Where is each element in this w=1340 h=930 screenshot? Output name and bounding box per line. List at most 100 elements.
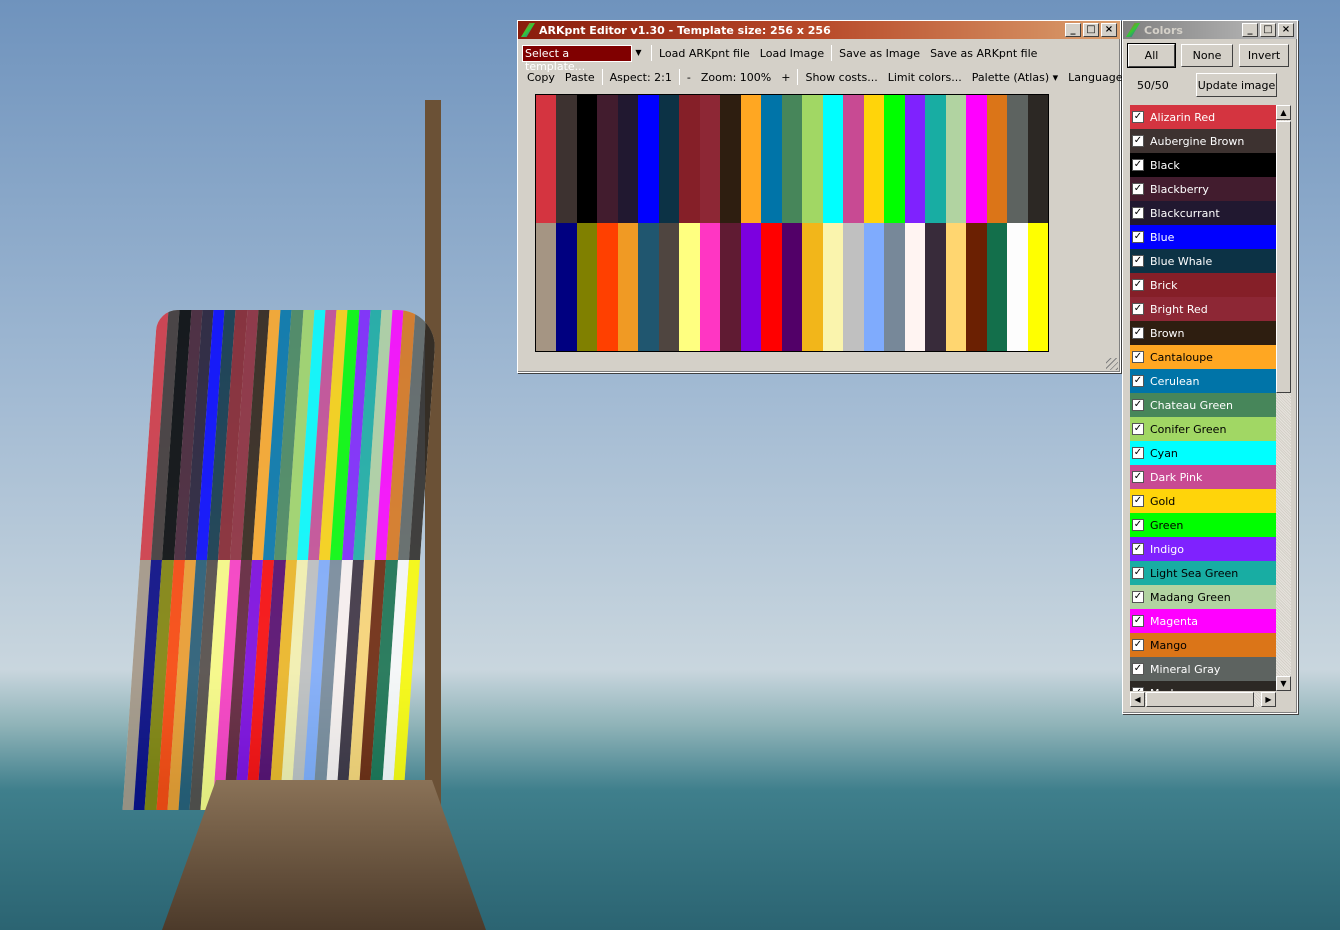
- color-name: Magenta: [1150, 614, 1199, 628]
- checkbox[interactable]: ✓: [1132, 495, 1144, 507]
- template-select[interactable]: Select a template...: [522, 44, 632, 73]
- color-list-item[interactable]: ✓ Brown: [1130, 321, 1276, 345]
- load-image-button[interactable]: Load Image: [755, 47, 829, 60]
- checkbox[interactable]: ✓: [1132, 375, 1144, 387]
- scroll-thumb[interactable]: [1146, 692, 1254, 707]
- color-list-item[interactable]: ✓ Blue Whale: [1130, 249, 1276, 273]
- checkbox[interactable]: ✓: [1132, 255, 1144, 267]
- checkbox[interactable]: ✓: [1132, 135, 1144, 147]
- palette-dropdown[interactable]: Palette (Atlas) ▾: [967, 71, 1063, 84]
- color-list-item[interactable]: ✓ Cantaloupe: [1130, 345, 1276, 369]
- select-none-button[interactable]: None: [1181, 44, 1233, 67]
- select-all-button[interactable]: All: [1127, 43, 1176, 68]
- checkbox[interactable]: ✓: [1132, 567, 1144, 579]
- vertical-scrollbar[interactable]: ▲ ▼: [1276, 105, 1291, 691]
- checkbox[interactable]: ✓: [1132, 351, 1144, 363]
- limit-colors-button[interactable]: Limit colors...: [883, 71, 967, 84]
- color-list-item[interactable]: ✓ Conifer Green: [1130, 417, 1276, 441]
- close-button[interactable]: ×: [1101, 23, 1117, 37]
- color-list-item[interactable]: ✓ Bright Red: [1130, 297, 1276, 321]
- close-button[interactable]: ×: [1278, 23, 1294, 37]
- color-name: Indigo: [1150, 542, 1184, 556]
- palette-swatch: [904, 223, 926, 351]
- zoom-in-button[interactable]: +: [776, 71, 795, 84]
- template-canvas[interactable]: [535, 94, 1049, 352]
- color-list-item[interactable]: ✓ Black: [1130, 153, 1276, 177]
- color-list-item[interactable]: ✓ Blue: [1130, 225, 1276, 249]
- background-sail: [122, 310, 438, 810]
- checkbox[interactable]: ✓: [1132, 447, 1144, 459]
- minimize-button[interactable]: _: [1242, 23, 1258, 37]
- checkbox[interactable]: ✓: [1132, 303, 1144, 315]
- color-list-item[interactable]: ✓ Cyan: [1130, 441, 1276, 465]
- scroll-right-button[interactable]: ▶: [1261, 692, 1276, 707]
- checkbox[interactable]: ✓: [1132, 423, 1144, 435]
- color-list-item[interactable]: ✓ Mango: [1130, 633, 1276, 657]
- colors-title-bar[interactable]: Colors _ □ ×: [1123, 21, 1297, 39]
- color-list-item[interactable]: ✓ Mud: [1130, 681, 1276, 691]
- copy-button[interactable]: Copy: [522, 71, 560, 84]
- color-list-item[interactable]: ✓ Madang Green: [1130, 585, 1276, 609]
- aspect-button[interactable]: Aspect: 2:1: [605, 71, 677, 84]
- color-list-item[interactable]: ✓ Cerulean: [1130, 369, 1276, 393]
- show-costs-button[interactable]: Show costs...: [800, 71, 882, 84]
- color-list-item[interactable]: ✓ Gold: [1130, 489, 1276, 513]
- color-list-item[interactable]: ✓ Alizarin Red: [1130, 105, 1276, 129]
- color-list[interactable]: ✓ Alizarin Red ✓ Aubergine Brown ✓ Black ✓ Blac…: [1130, 105, 1276, 691]
- resize-grip[interactable]: [1106, 358, 1118, 370]
- load-arkpnt-button[interactable]: Load ARKpnt file: [654, 47, 755, 60]
- checkbox[interactable]: ✓: [1132, 519, 1144, 531]
- palette-swatch: [556, 95, 577, 223]
- color-list-item[interactable]: ✓ Light Sea Green: [1130, 561, 1276, 585]
- color-name: Green: [1150, 518, 1184, 532]
- editor-title-bar[interactable]: ARKpnt Editor v1.30 - Template size: 256…: [518, 21, 1120, 39]
- color-name: Cantaloupe: [1150, 350, 1213, 364]
- update-image-button[interactable]: Update image: [1196, 73, 1277, 97]
- zoom-out-button[interactable]: -: [682, 71, 696, 84]
- checkbox[interactable]: ✓: [1132, 327, 1144, 339]
- maximize-button[interactable]: □: [1260, 23, 1276, 37]
- scroll-left-button[interactable]: ◀: [1130, 692, 1145, 707]
- color-list-item[interactable]: ✓ Green: [1130, 513, 1276, 537]
- color-list-item[interactable]: ✓ Indigo: [1130, 537, 1276, 561]
- checkbox[interactable]: ✓: [1132, 591, 1144, 603]
- checkbox[interactable]: ✓: [1132, 543, 1144, 555]
- palette-swatch: [617, 223, 639, 351]
- color-list-item[interactable]: ✓ Dark Pink: [1130, 465, 1276, 489]
- maximize-button[interactable]: □: [1083, 23, 1099, 37]
- palette-swatch: [925, 95, 946, 223]
- palette-swatch: [986, 223, 1008, 351]
- checkbox[interactable]: ✓: [1132, 207, 1144, 219]
- scroll-down-button[interactable]: ▼: [1276, 676, 1291, 691]
- color-list-item[interactable]: ✓ Blackcurrant: [1130, 201, 1276, 225]
- save-arkpnt-button[interactable]: Save as ARKpnt file: [925, 47, 1042, 60]
- palette-swatch: [945, 95, 967, 223]
- paste-button[interactable]: Paste: [560, 71, 600, 84]
- save-image-button[interactable]: Save as Image: [834, 47, 925, 60]
- checkbox[interactable]: ✓: [1132, 159, 1144, 171]
- checkbox[interactable]: ✓: [1132, 471, 1144, 483]
- checkbox[interactable]: ✓: [1132, 687, 1144, 691]
- checkbox[interactable]: ✓: [1132, 615, 1144, 627]
- invert-button[interactable]: Invert: [1239, 44, 1289, 67]
- color-name: Blackcurrant: [1150, 206, 1220, 220]
- checkbox[interactable]: ✓: [1132, 399, 1144, 411]
- checkbox[interactable]: ✓: [1132, 231, 1144, 243]
- checkbox[interactable]: ✓: [1132, 639, 1144, 651]
- minimize-button[interactable]: _: [1065, 23, 1081, 37]
- horizontal-scrollbar[interactable]: ◀ ▶: [1130, 692, 1276, 707]
- checkbox[interactable]: ✓: [1132, 183, 1144, 195]
- color-list-item[interactable]: ✓ Aubergine Brown: [1130, 129, 1276, 153]
- checkbox[interactable]: ✓: [1132, 279, 1144, 291]
- palette-swatch: [536, 95, 557, 223]
- scroll-up-button[interactable]: ▲: [1276, 105, 1291, 120]
- color-list-item[interactable]: ✓ Chateau Green: [1130, 393, 1276, 417]
- scroll-thumb[interactable]: [1276, 121, 1291, 393]
- color-list-item[interactable]: ✓ Brick: [1130, 273, 1276, 297]
- chevron-down-icon[interactable]: ▼: [632, 44, 645, 62]
- checkbox[interactable]: ✓: [1132, 663, 1144, 675]
- color-list-item[interactable]: ✓ Magenta: [1130, 609, 1276, 633]
- checkbox[interactable]: ✓: [1132, 111, 1144, 123]
- color-list-item[interactable]: ✓ Mineral Gray: [1130, 657, 1276, 681]
- color-list-item[interactable]: ✓ Blackberry: [1130, 177, 1276, 201]
